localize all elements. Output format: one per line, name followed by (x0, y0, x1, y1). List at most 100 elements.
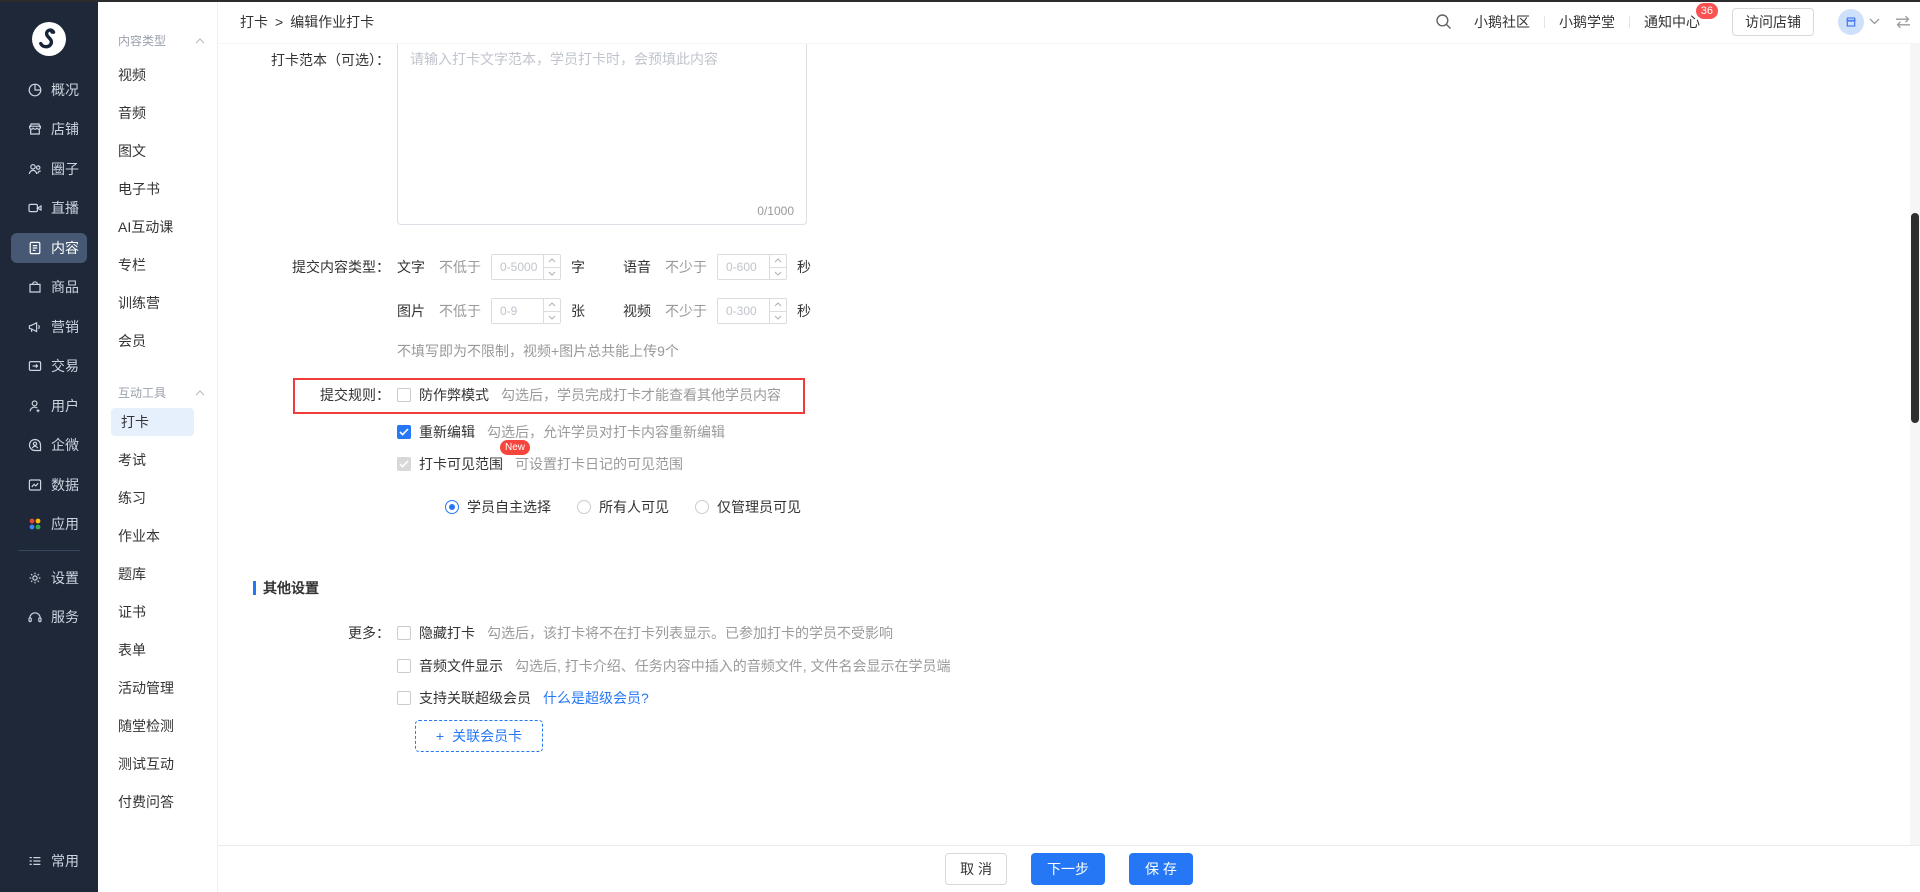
sidebar-item-goods[interactable]: 商品 (0, 268, 98, 308)
type-name: 语音 (623, 257, 651, 277)
template-textarea[interactable] (398, 44, 806, 224)
sidebar-item-marketing[interactable]: 营销 (0, 307, 98, 347)
radio-self-select[interactable]: 学员自主选择 (437, 497, 551, 517)
anti-cheat-desc: 勾选后，学员完成打卡才能查看其他学员内容 (501, 385, 781, 405)
image-min-input[interactable] (492, 299, 543, 323)
radio-everyone[interactable]: 所有人可见 (569, 497, 669, 517)
subnav-item-column[interactable]: 专栏 (98, 246, 217, 284)
sidebar-item-apps[interactable]: 应用 (0, 505, 98, 545)
sidebar-item-label: 数据 (51, 475, 79, 495)
sidebar-item-content[interactable]: 内容 (0, 228, 98, 268)
breadcrumb-parent[interactable]: 打卡 (240, 12, 268, 32)
subnav-item-activity[interactable]: 活动管理 (98, 669, 217, 707)
super-member-checkbox[interactable] (397, 691, 411, 705)
voice-min-input[interactable] (718, 255, 769, 279)
subnav-item-paid-qa[interactable]: 付费问答 (98, 783, 217, 821)
subnav-item-ebook[interactable]: 电子书 (98, 170, 217, 208)
audio-display-checkbox[interactable] (397, 659, 411, 673)
sidebar-item-label: 营销 (51, 317, 79, 337)
subnav-item-workbook[interactable]: 作业本 (98, 517, 217, 555)
spinner-down-icon[interactable] (544, 268, 560, 280)
subnav-item-test-interact[interactable]: 测试互动 (98, 745, 217, 783)
sidebar-item-label: 店铺 (51, 119, 79, 139)
subnav-item-exam[interactable]: 考试 (98, 441, 217, 479)
associate-member-card-button[interactable]: + 关联会员卡 (415, 720, 543, 752)
subnav-list-content-types: 视频 音频 图文 电子书 AI互动课 专栏 训练营 会员 (98, 56, 217, 360)
re-edit-name[interactable]: 重新编辑 (419, 422, 475, 442)
sidebar-item-settings[interactable]: 设置 (0, 558, 98, 598)
sidebar-item-frequent[interactable]: 常用 (0, 847, 98, 875)
subnav-item-checkin[interactable]: 打卡 (111, 408, 194, 436)
subnav-group-interactive-tools[interactable]: 互动工具 (98, 385, 217, 400)
goose-logo[interactable] (32, 22, 66, 56)
header-link-community[interactable]: 小鹅社区 (1474, 12, 1530, 32)
subnav-item-member[interactable]: 会员 (98, 322, 217, 360)
hide-checkin-checkbox[interactable] (397, 626, 411, 640)
cancel-button[interactable]: 取 消 (945, 853, 1007, 885)
header-link-academy[interactable]: 小鹅学堂 (1559, 12, 1615, 32)
type-condition: 不少于 (665, 257, 707, 277)
scrollbar-track[interactable] (1910, 44, 1920, 845)
radio-admin-only[interactable]: 仅管理员可见 (687, 497, 801, 517)
spinner-up-icon[interactable] (544, 299, 560, 312)
spinner-down-icon[interactable] (770, 268, 786, 280)
anti-cheat-name[interactable]: 防作弊模式 (419, 385, 489, 405)
video-min-input[interactable] (718, 299, 769, 323)
sidebar-item-users[interactable]: 用户 (0, 386, 98, 426)
radio-label: 所有人可见 (599, 497, 669, 517)
anti-cheat-checkbox[interactable] (397, 388, 411, 402)
sidebar-item-community[interactable]: 圈子 (0, 149, 98, 189)
type-unit: 字 (571, 257, 585, 277)
subnav-item-certificate[interactable]: 证书 (98, 593, 217, 631)
rules-label: 提交规则： (218, 385, 390, 405)
visit-shop-button[interactable]: 访问店铺 (1732, 8, 1814, 36)
subnav-item-camp[interactable]: 训练营 (98, 284, 217, 322)
subnav-item-ai-course[interactable]: AI互动课 (98, 208, 217, 246)
visibility-desc: 可设置打卡日记的可见范围 (515, 454, 683, 474)
hide-checkin-name[interactable]: 隐藏打卡 (419, 623, 475, 643)
next-step-button[interactable]: 下一步 (1031, 853, 1105, 885)
sidebar-item-shop[interactable]: 店铺 (0, 110, 98, 150)
switch-account-icon[interactable] (1894, 15, 1912, 29)
subnav-item-quiz[interactable]: 随堂检测 (98, 707, 217, 745)
subnav-item-practice[interactable]: 练习 (98, 479, 217, 517)
sidebar-item-label: 内容 (51, 238, 79, 258)
subnav-item-audio[interactable]: 音频 (98, 94, 217, 132)
search-icon[interactable] (1435, 13, 1452, 30)
header-link-notification[interactable]: 通知中心 36 (1644, 12, 1700, 32)
spinner-up-icon[interactable] (770, 255, 786, 268)
chevron-down-icon[interactable] (1869, 18, 1880, 25)
sidebar-divider (18, 550, 80, 551)
audio-display-name[interactable]: 音频文件显示 (419, 656, 503, 676)
sidebar-item-trade[interactable]: 交易 (0, 347, 98, 387)
visibility-checkbox[interactable] (397, 457, 411, 471)
storefront-icon (27, 121, 43, 137)
scrollbar-thumb[interactable] (1911, 213, 1919, 423)
super-member-link[interactable]: 什么是超级会员? (543, 688, 649, 708)
subnav-item-video[interactable]: 视频 (98, 56, 217, 94)
subnav-item-question-bank[interactable]: 题库 (98, 555, 217, 593)
spinner-down-icon[interactable] (544, 312, 560, 324)
content-type-row-1: 提交内容类型： 文字 不低于 字 语音 不少于 秒 (218, 253, 1900, 281)
subnav-group-content-types[interactable]: 内容类型 (98, 33, 217, 48)
shop-avatar[interactable] (1838, 9, 1864, 35)
subnav-item-imagetext[interactable]: 图文 (98, 132, 217, 170)
sidebar-item-wecom[interactable]: 企微 (0, 426, 98, 466)
top-header: 打卡 > 编辑作业打卡 小鹅社区 小鹅学堂 通知中心 36 访问店铺 (218, 0, 1920, 44)
sidebar-item-live[interactable]: 直播 (0, 189, 98, 229)
sidebar-item-data[interactable]: 数据 (0, 465, 98, 505)
save-button[interactable]: 保 存 (1129, 853, 1193, 885)
super-member-name[interactable]: 支持关联超级会员 (419, 688, 531, 708)
re-edit-checkbox[interactable] (397, 425, 411, 439)
spinner-up-icon[interactable] (544, 255, 560, 268)
card-transfer-icon (27, 358, 43, 374)
spinner-up-icon[interactable] (770, 299, 786, 312)
spinner-down-icon[interactable] (770, 312, 786, 324)
subnav-item-form[interactable]: 表单 (98, 631, 217, 669)
sidebar-item-service[interactable]: 服务 (0, 598, 98, 638)
text-min-input[interactable] (492, 255, 543, 279)
type-name: 图片 (397, 301, 425, 321)
video-min-input-box (717, 298, 787, 324)
radio-label: 仅管理员可见 (717, 497, 801, 517)
sidebar-item-overview[interactable]: 概况 (0, 70, 98, 110)
